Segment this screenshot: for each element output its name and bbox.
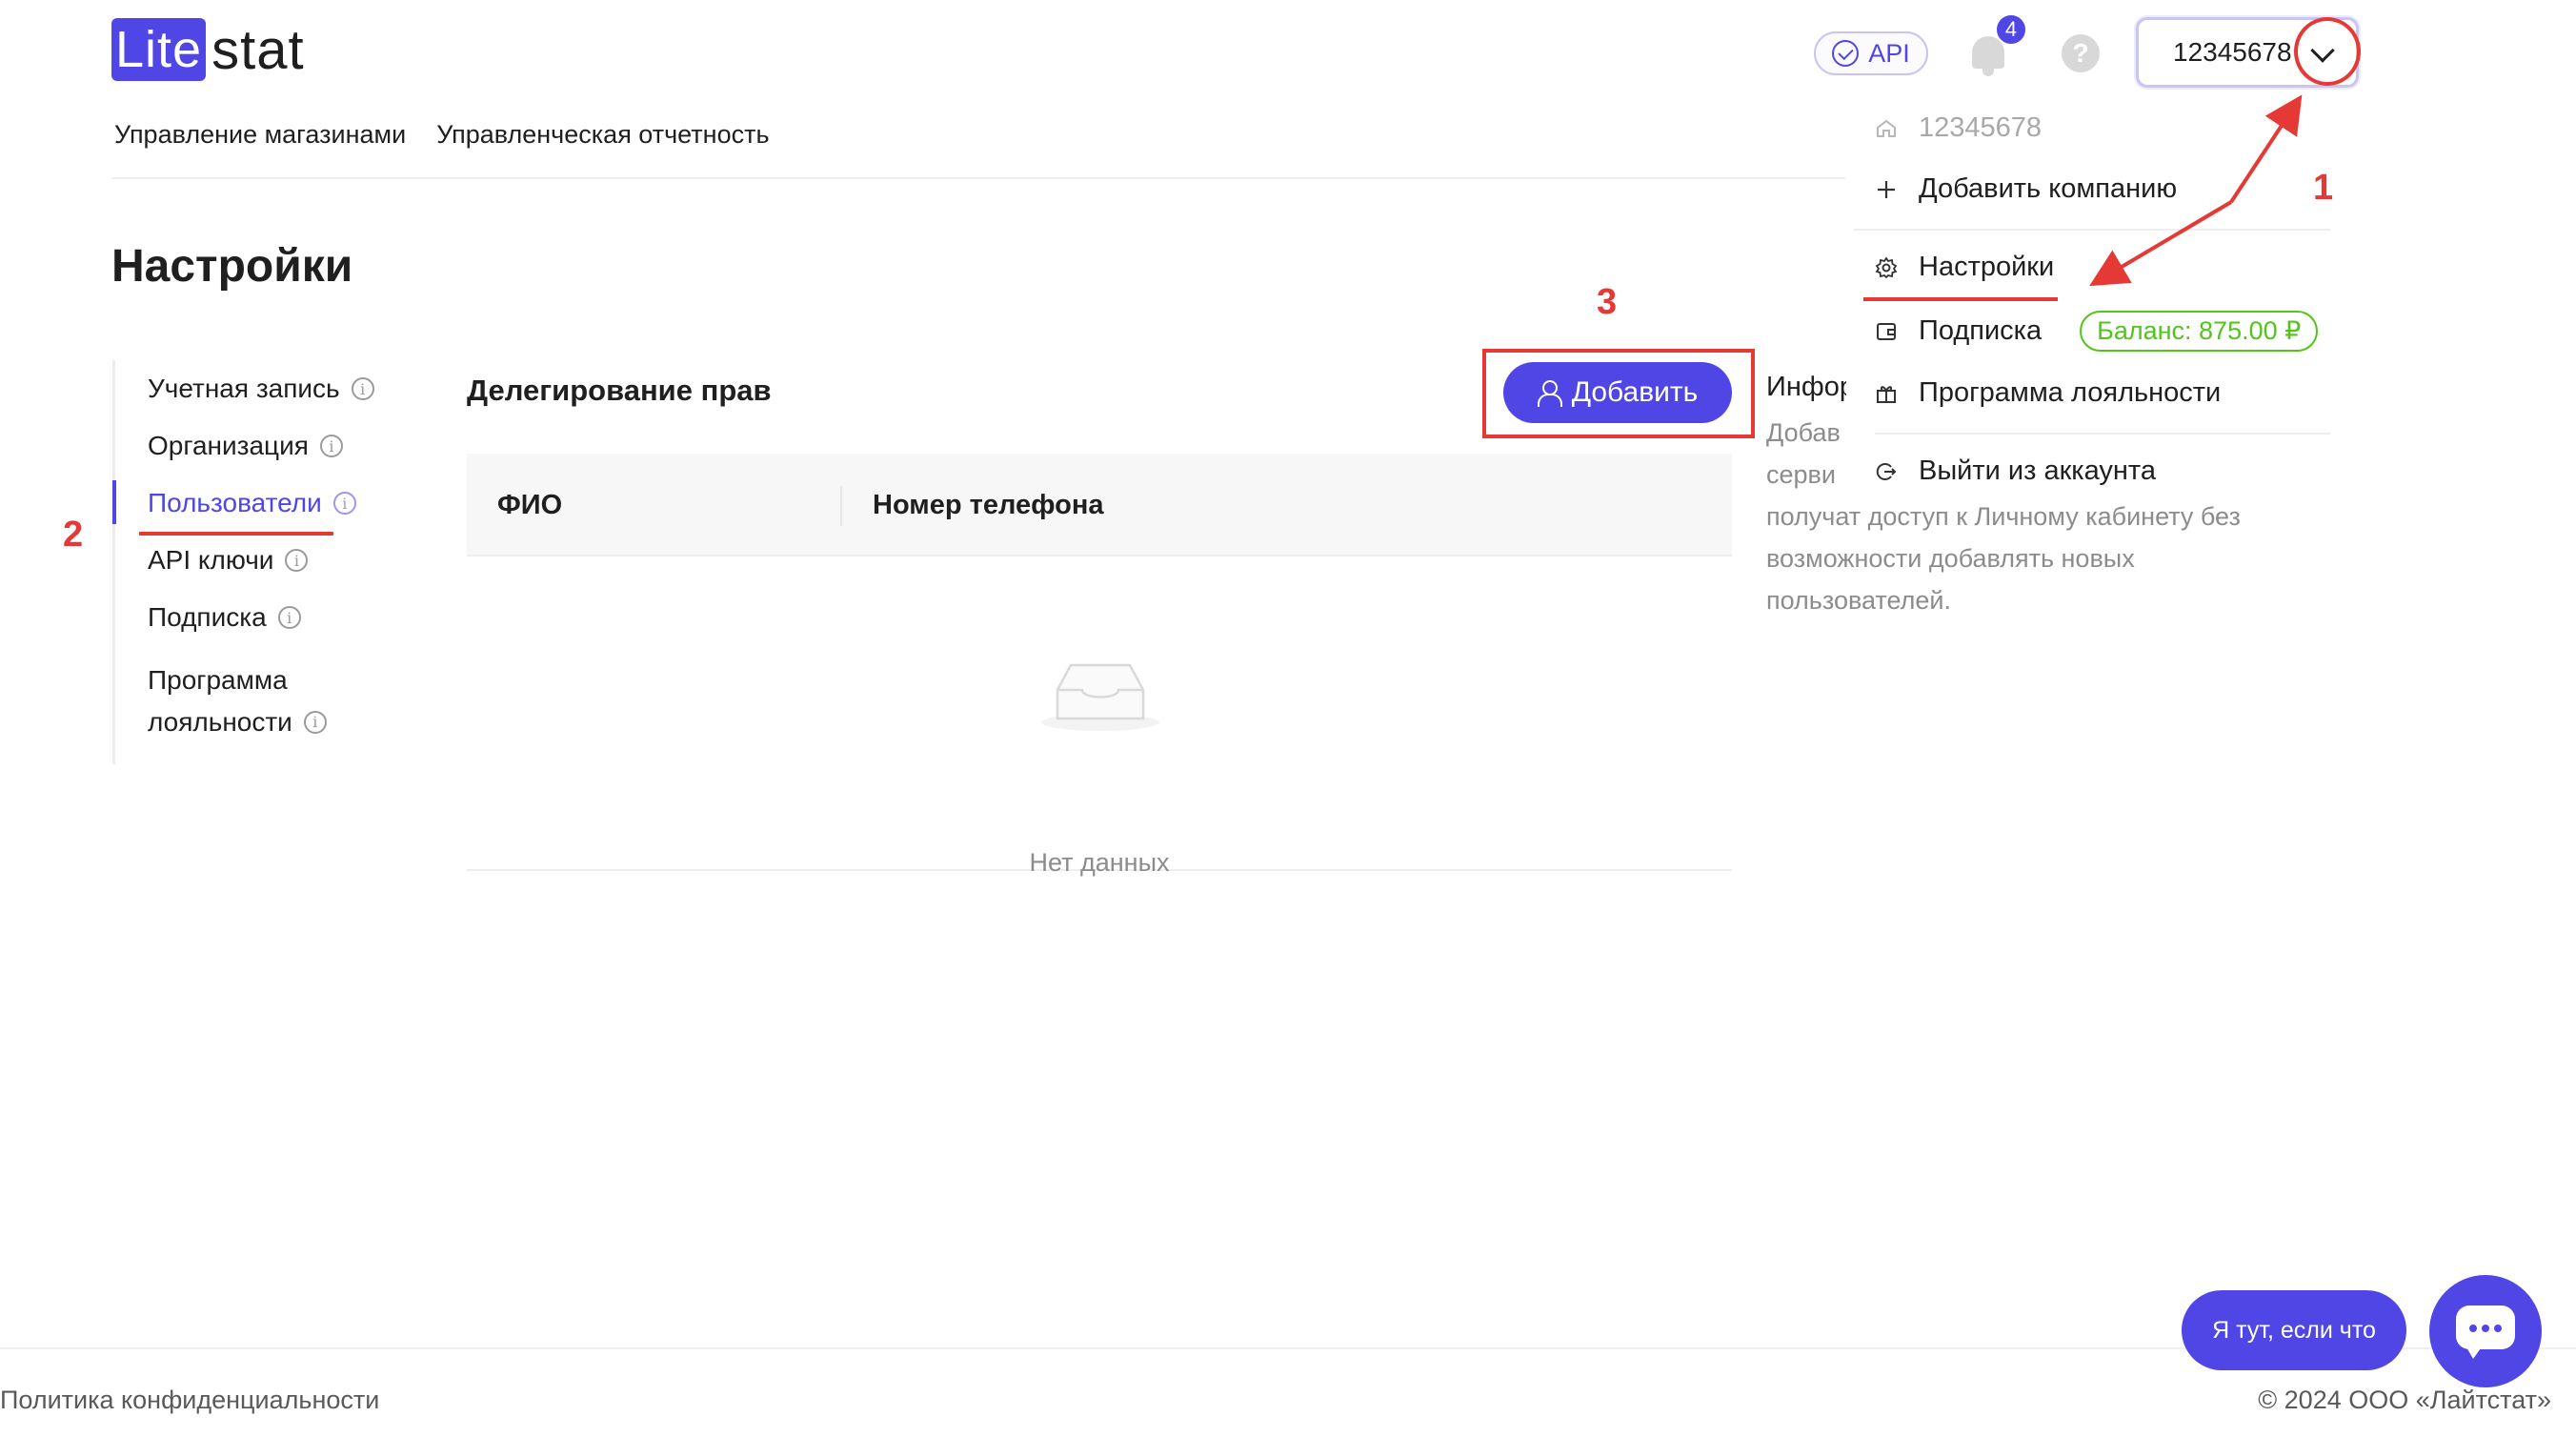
sidebar-item-organization[interactable]: Организация i — [148, 431, 343, 461]
logo-highlight: Lite — [111, 18, 207, 81]
chat-button[interactable] — [2429, 1275, 2542, 1387]
table-header: ФИО Номер телефона — [467, 454, 1732, 557]
settings-sidebar: Учетная запись i Организация i Пользоват… — [112, 360, 417, 764]
annotation-step-3: 3 — [1597, 282, 1618, 322]
section-title: Делегирование прав — [467, 374, 772, 407]
dropdown-subscription[interactable]: Подписка Баланс: 875.00 ₽ — [1875, 311, 2319, 352]
sidebar-item-label: Пользователи — [148, 488, 322, 517]
info-icon: i — [277, 606, 301, 629]
dropdown-company-id: 12345678 — [1919, 112, 2043, 143]
column-header-name: ФИО — [497, 490, 563, 520]
topnav-divider — [111, 177, 1845, 179]
nav-management-reporting[interactable]: Управленческая отчетность — [436, 120, 769, 150]
wallet-icon — [1875, 320, 1898, 343]
dropdown-settings-label: Настройки — [1919, 252, 2055, 282]
api-badge[interactable]: API — [1814, 31, 1928, 75]
chat-icon — [2456, 1305, 2515, 1349]
logo[interactable]: Lite stat — [111, 16, 305, 83]
dropdown-settings[interactable]: Настройки — [1875, 252, 2054, 283]
empty-inbox-icon — [1041, 663, 1159, 731]
sidebar-item-loyalty[interactable]: Программа лояльности i — [148, 659, 327, 743]
sidebar-item-label: Организация — [148, 431, 309, 460]
annotation-step-1: 1 — [2313, 168, 2334, 208]
copyright: © 2024 ООО «Лайтстат» — [2258, 1386, 2551, 1414]
empty-text: Нет данных — [1029, 848, 1170, 877]
dropdown-add-company[interactable]: Добавить компанию — [1875, 173, 2177, 205]
active-indicator — [112, 480, 116, 524]
dropdown-subscription-label: Подписка — [1919, 315, 2043, 346]
notification-count-badge: 4 — [1995, 13, 2027, 46]
info-icon: i — [319, 435, 343, 457]
chat-prompt[interactable]: Я тут, если что — [2182, 1290, 2406, 1370]
gear-icon — [1875, 255, 1898, 279]
users-table: ФИО Номер телефона Нет данных — [467, 454, 1732, 877]
sidebar-item-subscription[interactable]: Подписка i — [148, 602, 301, 633]
annotation-underline-settings — [1863, 297, 2058, 301]
info-line: пользователей. — [1766, 586, 1951, 615]
sidebar-item-label: Программа — [148, 665, 288, 695]
logo-text: stat — [211, 18, 305, 81]
home-icon — [1875, 117, 1898, 140]
check-circle-icon — [1832, 40, 1860, 67]
dropdown-divider — [1854, 229, 2330, 231]
dropdown-overlay-edge — [1846, 353, 1875, 486]
sidebar-item-label: API ключи — [148, 545, 274, 575]
dropdown-add-company-label: Добавить компанию — [1919, 173, 2178, 204]
sidebar-item-label: Учетная запись — [148, 374, 340, 403]
empty-state: Нет данных — [467, 557, 1732, 877]
sidebar-item-label-line2: лояльности — [148, 707, 292, 737]
sidebar-item-api-keys[interactable]: API ключи i — [148, 545, 309, 576]
company-id: 12345678 — [2173, 37, 2292, 67]
help-icon[interactable]: ? — [2062, 34, 2100, 72]
dropdown-current-company: 12345678 — [1875, 112, 2042, 144]
sidebar-item-label: Подписка — [148, 602, 267, 632]
info-icon: i — [285, 549, 309, 572]
info-icon: i — [303, 711, 327, 734]
info-line: возможности добавлять новых — [1766, 544, 2135, 573]
annotation-circle — [2294, 17, 2361, 86]
balance-badge: Баланс: 875.00 ₽ — [2080, 311, 2319, 352]
column-header-phone: Номер телефона — [873, 490, 1104, 520]
api-label: API — [1868, 38, 1910, 68]
nav-shops-management[interactable]: Управление магазинами — [114, 120, 406, 150]
sidebar-item-users[interactable]: Пользователи i — [148, 488, 356, 518]
plus-icon — [1875, 178, 1898, 201]
column-divider — [840, 486, 842, 526]
top-navigation: Управление магазинами Управленческая отч… — [114, 120, 770, 150]
annotation-step-2: 2 — [63, 515, 84, 555]
info-line: получат доступ к Личному кабинету без — [1766, 502, 2241, 531]
sidebar-item-account[interactable]: Учетная запись i — [148, 374, 374, 404]
annotation-underline-users — [139, 532, 333, 536]
privacy-policy-link[interactable]: Политика конфиденциальности — [0, 1386, 379, 1415]
info-icon: i — [332, 492, 356, 515]
annotation-box — [1482, 349, 1755, 438]
info-icon: i — [351, 377, 374, 400]
page-title: Настройки — [111, 241, 353, 292]
